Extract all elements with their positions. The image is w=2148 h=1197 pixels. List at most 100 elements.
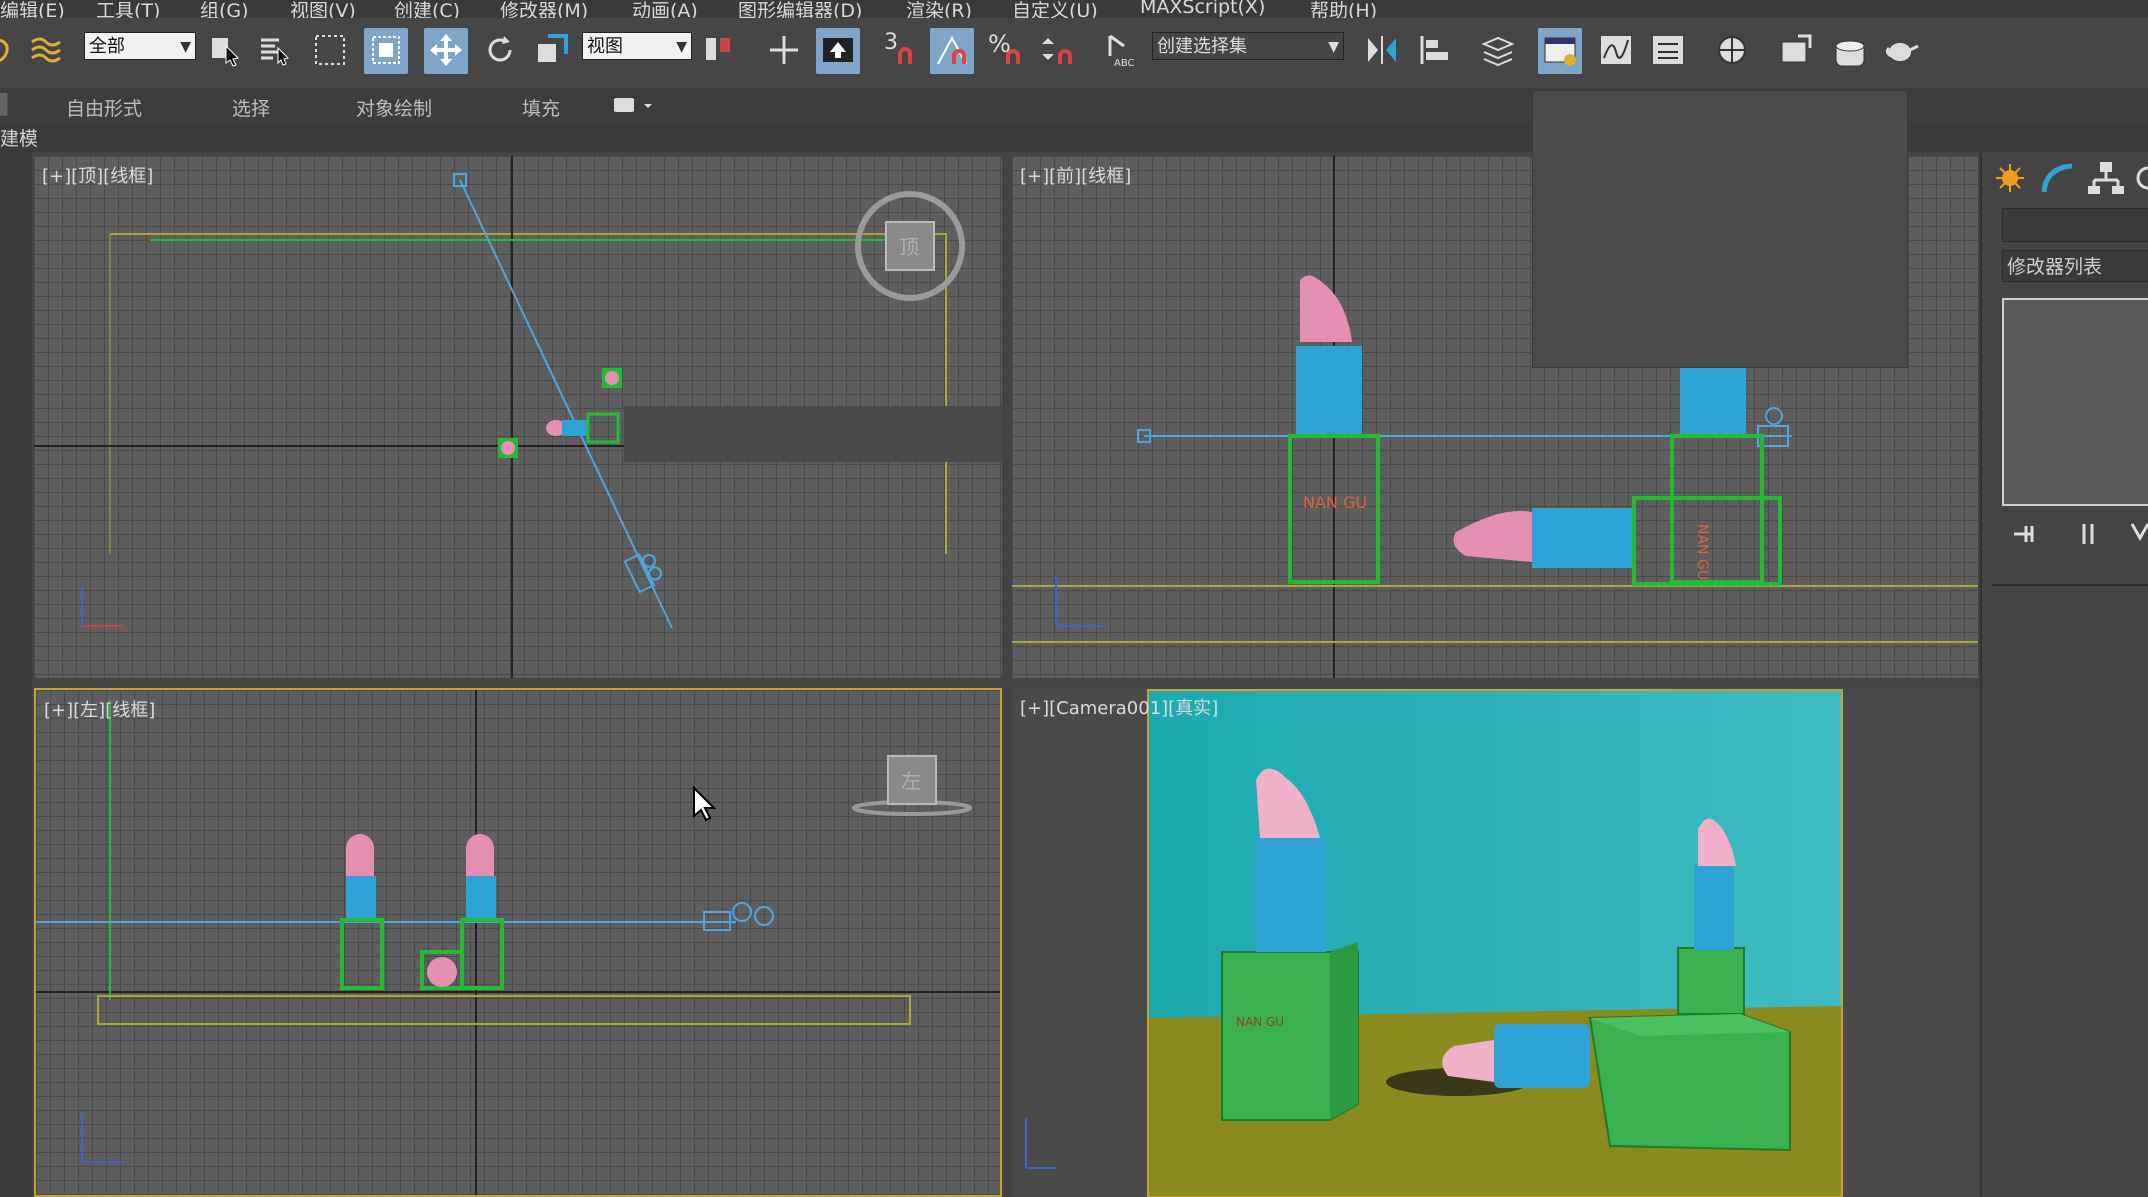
select-object-button[interactable] xyxy=(204,28,248,74)
select-object-icon xyxy=(212,38,240,67)
menu-create[interactable]: 创建(C) xyxy=(394,0,460,18)
layers-icon xyxy=(1481,36,1515,67)
menu-modifiers[interactable]: 修改器(M) xyxy=(500,0,588,18)
ribbon-tab-selection[interactable]: 选择 xyxy=(232,94,270,121)
command-panel: 修改器列表 xyxy=(1980,152,2148,1197)
named-selection-set-dropdown[interactable]: 创建选择集 ▼ xyxy=(1152,32,1344,60)
mirror-button[interactable] xyxy=(1360,28,1404,74)
render-lipstick-tube-a xyxy=(1256,838,1326,952)
hierarchy-tab[interactable] xyxy=(2086,158,2128,198)
menu-animation[interactable]: 动画(A) xyxy=(632,0,698,18)
curve-editor-button[interactable] xyxy=(1594,28,1638,74)
modifier-stack[interactable] xyxy=(2002,298,2148,506)
viewport-left-label[interactable]: [+][左][线框] xyxy=(44,696,155,722)
menu-group[interactable]: 组(G) xyxy=(200,0,249,18)
pin-stack-icon[interactable] xyxy=(2014,526,2034,542)
lipstick-tip-left-b xyxy=(466,834,494,876)
menu-tools[interactable]: 工具(T) xyxy=(96,0,160,18)
bind-space-warp-button[interactable] xyxy=(24,28,68,74)
teapot-icon xyxy=(1885,43,1919,61)
hierarchy-icon xyxy=(2088,162,2124,194)
reference-coord-dropdown[interactable]: 视图 ▼ xyxy=(582,32,692,60)
menu-edit[interactable]: 编辑(E) xyxy=(0,0,65,18)
render-production-button[interactable] xyxy=(1880,28,1924,74)
scene-explorer-button[interactable] xyxy=(1538,28,1582,74)
percent-snap-button[interactable]: % xyxy=(984,28,1028,74)
menu-help[interactable]: 帮助(H) xyxy=(1310,0,1377,18)
edit-named-selection-button[interactable]: ABC xyxy=(1100,28,1144,74)
pivot-center-button[interactable] xyxy=(698,28,742,74)
layer-explorer-button[interactable] xyxy=(1476,28,1520,74)
menu-bar: 编辑(E) 工具(T) 组(G) 视图(V) 创建(C) 修改器(M) 动画(A… xyxy=(0,0,2148,18)
ribbon-tab-object-paint[interactable]: 对象绘制 xyxy=(356,94,432,121)
ribbon-tab-freeform[interactable]: 自由形式 xyxy=(66,94,142,121)
render-box-b xyxy=(1677,947,1745,1015)
menu-views[interactable]: 视图(V) xyxy=(290,0,356,18)
align-button[interactable] xyxy=(1414,28,1458,74)
material-editor-icon xyxy=(1718,36,1746,64)
motion-tab[interactable] xyxy=(2132,158,2148,198)
box-brand-text-front-b: NAN GU xyxy=(1694,524,1710,580)
main-toolbar: 全部 ▼ 视图 ▼ 3 % ABC 创建选择集 ▼ xyxy=(0,18,2148,88)
lipstick-lying-box xyxy=(586,412,620,444)
rect-selection-button[interactable] xyxy=(308,28,352,74)
menu-customize[interactable]: 自定义(U) xyxy=(1012,0,1098,18)
viewport-left[interactable]: 左 [+][左][线框] xyxy=(34,688,1002,1197)
render-setup-button[interactable] xyxy=(1774,28,1818,74)
window-crossing-button[interactable] xyxy=(364,28,408,74)
rotate-icon xyxy=(488,36,512,62)
rendered-frame-window-button[interactable] xyxy=(1828,28,1872,74)
spinner-snap-button[interactable] xyxy=(1036,28,1080,74)
svg-text:ABC: ABC xyxy=(1114,58,1135,68)
modify-tab[interactable] xyxy=(2038,158,2080,198)
snaps-toggle-button[interactable]: 3 xyxy=(878,28,922,74)
keyboard-shortcut-toggle-button[interactable] xyxy=(816,28,860,74)
create-tab[interactable] xyxy=(1990,158,2032,198)
viewport-top-label[interactable]: [+][顶][线框] xyxy=(42,162,153,188)
lipstick-tip-front-a xyxy=(1300,275,1352,342)
object-name-field[interactable] xyxy=(2002,208,2148,242)
ribbon-tab-populate[interactable]: 填充 xyxy=(522,94,560,121)
menu-maxscript[interactable]: MAXScript(X) xyxy=(1140,0,1265,18)
lipstick-box-front-b xyxy=(1670,434,1764,584)
menu-graph-editors[interactable]: 图形编辑器(D) xyxy=(738,0,862,18)
ground-plane-outline xyxy=(97,995,911,1025)
mirror-icon xyxy=(1368,36,1396,64)
menu-rendering[interactable]: 渲染(R) xyxy=(906,0,972,18)
lipstick-box-left-b xyxy=(460,918,504,990)
modifier-list-dropdown[interactable]: 修改器列表 xyxy=(2002,250,2148,282)
viewcube-top-label: 顶 xyxy=(899,235,919,259)
select-by-name-button[interactable] xyxy=(254,28,298,74)
viewport-top[interactable]: 顶 [+][顶][线框] xyxy=(34,156,1002,678)
ribbon-options-icon[interactable] xyxy=(614,96,658,116)
angle-snap-button[interactable] xyxy=(930,28,974,74)
select-rotate-button[interactable] xyxy=(478,28,522,74)
panel-separator xyxy=(1992,584,2148,586)
schematic-view-button[interactable] xyxy=(1646,28,1690,74)
material-editor-button[interactable] xyxy=(1710,28,1754,74)
axis-tripod xyxy=(81,1112,122,1163)
schematic-icon xyxy=(1653,36,1683,64)
lipstick-box-left-a xyxy=(340,918,384,990)
camera-line xyxy=(459,179,673,629)
viewport-camera-label[interactable]: [+][Camera001][真实] xyxy=(1020,694,1218,720)
select-manipulate-button[interactable] xyxy=(762,28,806,74)
modify-curve-icon xyxy=(2041,163,2073,193)
show-end-result-icon[interactable] xyxy=(2082,524,2094,544)
scale-icon xyxy=(538,34,568,62)
rendered-frame-icon xyxy=(1835,40,1865,67)
select-move-button[interactable] xyxy=(424,28,468,74)
render-box-a-side xyxy=(1330,942,1358,1120)
viewport-camera[interactable]: NAN GU [+][Camera001][真实] xyxy=(1012,688,1978,1197)
window-crossing-icon xyxy=(372,36,400,64)
render-lipstick-tube-lying xyxy=(1494,1024,1590,1088)
lipstick-tip-top-a xyxy=(605,371,619,385)
lipstick-tube-front-a xyxy=(1296,346,1362,436)
select-scale-button[interactable] xyxy=(530,28,574,74)
rect-selection-icon xyxy=(315,35,345,65)
ribbon-modeling-label: 建模 xyxy=(0,128,39,150)
selection-filter-dropdown[interactable]: 全部 ▼ xyxy=(84,32,196,60)
viewport-front-label[interactable]: [+][前][线框] xyxy=(1020,162,1131,188)
box-brand-text-front-a: NAN GU xyxy=(1303,493,1367,512)
make-unique-icon[interactable] xyxy=(2130,523,2148,542)
